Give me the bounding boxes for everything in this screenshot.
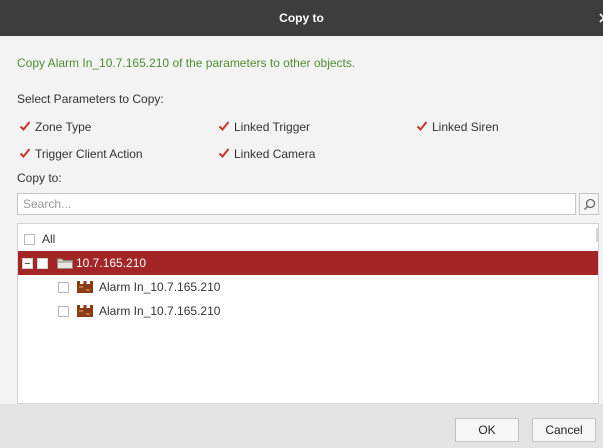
checked-checkbox[interactable]: [17, 119, 33, 135]
dialog-title: Copy to: [279, 11, 324, 25]
search-icon: [583, 198, 596, 211]
option-linked-camera[interactable]: Linked Camera: [216, 146, 315, 162]
tree-row-all[interactable]: All: [18, 227, 598, 251]
device-tree: All 10.7.165.210 Alarm In_10.7.165.210 A…: [17, 223, 599, 404]
option-zone-type[interactable]: Zone Type: [17, 119, 91, 135]
checked-checkbox[interactable]: [216, 146, 232, 162]
alarm-in-checkbox[interactable]: [58, 305, 69, 317]
alarm-in-label: Alarm In_10.7.165.210: [99, 280, 221, 294]
cancel-button[interactable]: Cancel: [532, 418, 596, 442]
copy-description: Copy Alarm In_10.7.165.210 of the parame…: [17, 56, 356, 70]
search-button[interactable]: [579, 193, 599, 215]
dialog-titlebar: Copy to: [0, 0, 603, 36]
tree-row-alarm-in[interactable]: Alarm In_10.7.165.210: [18, 299, 598, 323]
device-label: 10.7.165.210: [76, 256, 147, 270]
all-label: All: [42, 232, 56, 246]
alarm-in-checkbox[interactable]: [58, 281, 69, 293]
ok-button[interactable]: OK: [455, 418, 519, 442]
device-checkbox[interactable]: [37, 257, 48, 269]
checkmark-icon: [416, 121, 428, 131]
dialog-body: Copy Alarm In_10.7.165.210 of the parame…: [0, 36, 603, 404]
copy-to-heading: Copy to:: [17, 171, 62, 185]
checked-checkbox[interactable]: [17, 146, 33, 162]
checkmark-icon: [19, 148, 31, 158]
checkmark-icon: [218, 148, 230, 158]
checkmark-icon: [19, 121, 31, 131]
folder-icon: [57, 257, 73, 269]
search-input[interactable]: [17, 193, 576, 215]
option-label: Linked Camera: [234, 147, 316, 161]
option-linked-siren[interactable]: Linked Siren: [414, 119, 499, 135]
checkmark-icon: [218, 121, 230, 131]
option-label: Trigger Client Action: [35, 147, 143, 161]
close-button[interactable]: [597, 11, 603, 25]
close-icon: [599, 13, 603, 23]
dialog-footer: OK Cancel: [0, 404, 603, 448]
option-trigger-client-action[interactable]: Trigger Client Action: [17, 146, 143, 162]
tree-row-device[interactable]: 10.7.165.210: [18, 251, 598, 275]
tree-row-alarm-in[interactable]: Alarm In_10.7.165.210: [18, 275, 598, 299]
option-label: Linked Trigger: [234, 120, 311, 134]
select-parameters-heading: Select Parameters to Copy:: [17, 92, 164, 106]
option-label: Zone Type: [35, 120, 92, 134]
alarm-in-label: Alarm In_10.7.165.210: [99, 304, 221, 318]
collapse-toggle[interactable]: [22, 257, 33, 269]
alarm-input-icon: [77, 305, 93, 317]
option-linked-trigger[interactable]: Linked Trigger: [216, 119, 310, 135]
all-checkbox[interactable]: [24, 233, 35, 245]
search-bar: [17, 193, 599, 215]
checked-checkbox[interactable]: [216, 119, 232, 135]
alarm-input-icon: [77, 281, 93, 293]
option-label: Linked Siren: [432, 120, 499, 134]
checked-checkbox[interactable]: [414, 119, 430, 135]
